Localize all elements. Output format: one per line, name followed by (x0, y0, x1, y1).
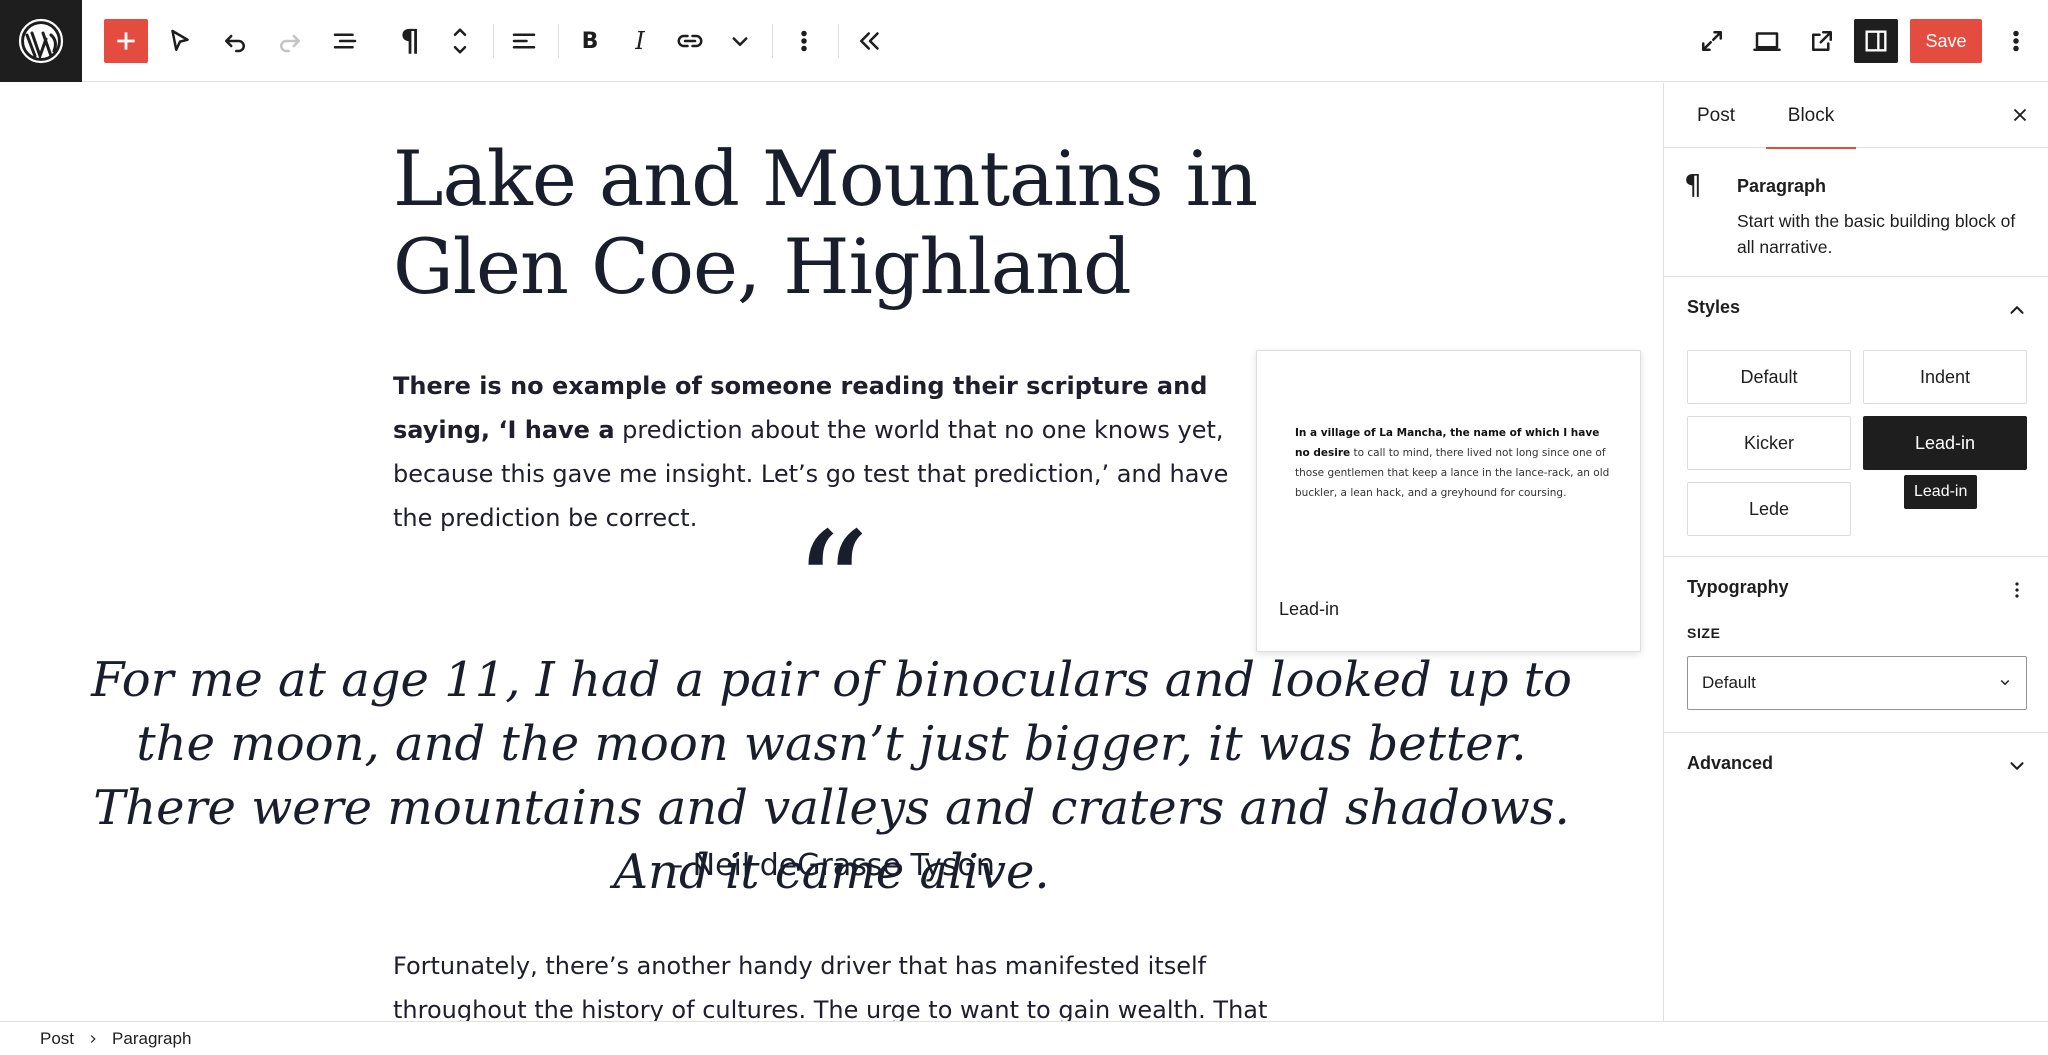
style-preview-popover: In a village of La Mancha, the name of w… (1256, 350, 1641, 652)
editor-options-button[interactable] (1994, 19, 2038, 63)
vertical-dots-icon (2013, 30, 2019, 52)
settings-button[interactable] (1854, 19, 1898, 63)
styles-panel-header[interactable]: Styles (1664, 277, 2048, 341)
typography-title: Typography (1687, 577, 1789, 597)
bold-button[interactable]: B (568, 19, 612, 63)
bold-icon: B (581, 28, 599, 54)
cursor-icon (171, 29, 189, 51)
style-preview-text: In a village of La Mancha, the name of w… (1295, 423, 1615, 503)
size-label: SIZE (1687, 625, 1721, 641)
list-view-button[interactable] (323, 19, 367, 63)
chevron-down-icon (732, 37, 748, 46)
style-indent-button[interactable]: Indent (1863, 350, 2027, 404)
pullquote-citation[interactable]: – Neil deGrasse Tyson (0, 848, 1663, 883)
typography-panel-header[interactable]: Typography (1664, 557, 2048, 621)
move-up-down-icon (453, 28, 467, 54)
style-kicker-button[interactable]: Kicker (1687, 416, 1851, 470)
undo-button[interactable] (213, 19, 257, 63)
collapse-toolbar-button[interactable] (848, 19, 892, 63)
style-leadin-button[interactable]: Lead-in (1863, 416, 2027, 470)
post-title[interactable]: Lake and Mountains in Glen Coe, Highland (393, 135, 1293, 311)
sidebar-tabs: Post Block (1664, 83, 2048, 149)
vertical-dots-icon (2015, 582, 2019, 598)
block-name: Paragraph (1737, 176, 1827, 196)
breadcrumb-paragraph[interactable]: Paragraph (112, 1029, 191, 1049)
add-block-button[interactable] (104, 19, 148, 63)
fullscreen-icon (1702, 31, 1722, 51)
block-options-button[interactable] (782, 19, 826, 63)
style-tooltip: Lead-in (1904, 475, 1978, 509)
style-preview-label: Lead-in (1279, 599, 1340, 619)
device-preview-button[interactable] (1745, 19, 1789, 63)
editor-toolbar: ¶ B I Save (0, 0, 2048, 82)
view-post-button[interactable] (1800, 19, 1844, 63)
typography-options-button[interactable] (2002, 575, 2032, 605)
move-block-buttons[interactable] (438, 19, 482, 63)
align-button[interactable] (502, 19, 546, 63)
paragraph-block[interactable]: Fortunately, there’s another handy drive… (393, 944, 1273, 1021)
chevron-down-icon (2002, 751, 2032, 781)
settings-sidebar: Post Block ¶ Paragraph Start with the ba… (1663, 83, 2048, 1021)
external-link-icon (1812, 31, 1832, 51)
toolbar-divider (493, 24, 494, 58)
block-description: Start with the basic building block of a… (1737, 211, 2016, 257)
chevron-right-icon (86, 1032, 100, 1046)
toolbar-divider (558, 24, 559, 58)
toolbar-divider (838, 24, 839, 58)
redo-icon (280, 34, 300, 53)
fullscreen-button[interactable] (1690, 19, 1734, 63)
align-left-icon (512, 33, 536, 49)
wordpress-logo-icon[interactable] (0, 0, 82, 82)
editor-canvas: Lake and Mountains in Glen Coe, Highland… (0, 83, 1663, 1021)
link-icon (677, 34, 703, 48)
breadcrumb-post[interactable]: Post (40, 1029, 74, 1049)
paragraph-icon: ¶ (1684, 168, 1702, 201)
typography-panel: Typography SIZE Default (1664, 557, 2048, 733)
vertical-dots-icon (801, 30, 807, 52)
close-icon (2013, 108, 2027, 122)
advanced-panel[interactable]: Advanced (1664, 733, 2048, 797)
list-view-icon (333, 33, 357, 49)
laptop-icon (1753, 32, 1781, 51)
tab-block[interactable]: Block (1766, 83, 1856, 149)
font-size-select[interactable]: Default (1687, 656, 2027, 710)
toolbar-divider (772, 24, 773, 58)
more-formats-button[interactable] (718, 19, 762, 63)
double-chevron-left-icon (860, 32, 879, 50)
chevron-up-icon (2002, 295, 2032, 325)
italic-button[interactable]: I (618, 19, 662, 63)
select-tool-button[interactable] (158, 19, 202, 63)
style-lede-button[interactable]: Lede (1687, 482, 1851, 536)
styles-panel: Styles Default Indent Kicker Lead-in Led… (1664, 277, 2048, 557)
breadcrumb: Post Paragraph (0, 1021, 2048, 1055)
styles-title: Styles (1687, 297, 1741, 317)
style-default-button[interactable]: Default (1687, 350, 1851, 404)
redo-button[interactable] (268, 19, 312, 63)
close-sidebar-button[interactable] (2002, 97, 2038, 133)
block-card: ¶ Paragraph Start with the basic buildin… (1664, 148, 2048, 277)
plus-icon (117, 32, 135, 50)
undo-icon (225, 34, 245, 53)
italic-icon: I (635, 27, 645, 55)
tab-post[interactable]: Post (1678, 83, 1754, 148)
paragraph-icon: ¶ (400, 23, 420, 59)
advanced-title: Advanced (1687, 753, 1774, 773)
block-type-button[interactable]: ¶ (388, 19, 432, 63)
save-button[interactable]: Save (1910, 19, 1982, 63)
sidebar-icon (1865, 30, 1887, 52)
link-button[interactable] (668, 19, 712, 63)
advanced-panel-header[interactable]: Advanced (1664, 733, 2048, 797)
font-size-value: Default (1702, 673, 1756, 692)
chevron-down-icon (1996, 673, 2014, 696)
